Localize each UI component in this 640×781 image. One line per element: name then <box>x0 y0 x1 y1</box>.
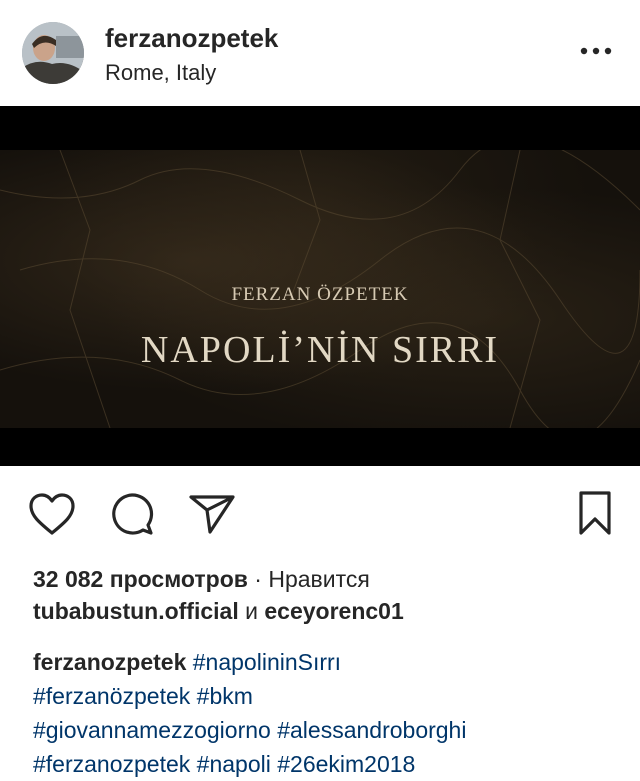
hashtag-link[interactable]: #26ekim2018 <box>277 751 415 777</box>
heart-icon[interactable] <box>28 492 76 541</box>
share-icon[interactable] <box>188 493 236 540</box>
caption-line-4: #ferzanozpetek #napoli #26ekim2018 <box>33 747 633 781</box>
action-bar <box>0 466 640 562</box>
views-line: 32 082 просмотров · Нравится <box>33 566 370 593</box>
caption-username[interactable]: ferzanozpetek <box>33 649 186 675</box>
hashtag-link[interactable]: #giovannamezzogiorno <box>33 717 271 743</box>
bookmark-icon[interactable] <box>578 490 612 541</box>
hashtag-link[interactable]: #ferzanozpetek <box>33 751 190 777</box>
post-username[interactable]: ferzanozpetek <box>105 23 278 54</box>
hashtag-link[interactable]: #bkm <box>197 683 253 709</box>
film-director-text: FERZAN ÖZPETEK <box>231 284 409 305</box>
avatar[interactable] <box>22 22 84 84</box>
caption-line-3: #giovannamezzogiorno #alessandroborghi <box>33 713 633 747</box>
caption-line-2: #ferzanözpetek #bkm <box>33 679 633 713</box>
more-options-icon[interactable] <box>578 38 614 64</box>
likers-conjunction: и <box>238 598 265 624</box>
liker-link-2[interactable]: eceyorenc01 <box>264 598 403 624</box>
liker-link-1[interactable]: tubabustun.official <box>33 598 239 624</box>
post-location[interactable]: Rome, Italy <box>105 60 216 86</box>
comment-icon[interactable] <box>109 491 155 542</box>
post-media[interactable]: FERZAN ÖZPETEK NAPOLİ’NİN SIRRI <box>0 106 640 466</box>
film-title-text: NAPOLİ’NİN SIRRI <box>140 329 500 371</box>
media-frame: FERZAN ÖZPETEK NAPOLİ’NİN SIRRI <box>0 150 640 428</box>
views-count[interactable]: 32 082 просмотров <box>33 566 248 592</box>
likers-line: tubabustun.official и eceyorenc01 <box>33 598 404 625</box>
hashtag-link[interactable]: #alessandroborghi <box>277 717 466 743</box>
hashtag-link[interactable]: #napoli <box>197 751 271 777</box>
stats-separator: · <box>247 566 269 592</box>
likes-prefix: Нравится <box>268 566 370 592</box>
hashtag-link[interactable]: #ferzanözpetek <box>33 683 190 709</box>
hashtag-link[interactable]: #napolininSırrı <box>193 649 341 675</box>
caption-line-1: ferzanozpetek #napolininSırrı <box>33 645 633 679</box>
post-caption: ferzanozpetek #napolininSırrı #ferzanözp… <box>33 645 633 781</box>
post-header: ferzanozpetek Rome, Italy <box>0 0 640 106</box>
avatar-photo <box>22 22 84 84</box>
